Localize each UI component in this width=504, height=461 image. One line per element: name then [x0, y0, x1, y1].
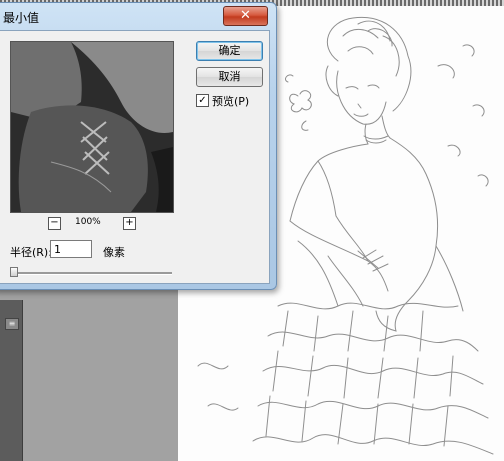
close-button[interactable]: ✕ — [223, 6, 268, 26]
preview-checkbox-label[interactable]: 预览(P) — [212, 93, 249, 109]
radius-slider-track[interactable] — [12, 272, 172, 275]
cancel-button[interactable]: 取消 — [196, 67, 263, 87]
zoom-out-button[interactable]: − — [48, 217, 61, 230]
workspace-background — [0, 286, 178, 461]
radius-slider-thumb[interactable] — [10, 267, 18, 277]
ok-button[interactable]: 确定 — [196, 41, 263, 61]
preview-graphic — [11, 42, 173, 212]
radius-unit: 像素 — [103, 246, 125, 259]
panel-menu-icon[interactable]: ≡ — [5, 318, 19, 330]
preview-checkbox[interactable]: ✓ — [196, 94, 209, 107]
dialog-title-bar[interactable]: 最小值 ✕ — [0, 3, 276, 29]
zoom-in-button[interactable]: + — [123, 217, 136, 230]
filter-preview-image[interactable] — [10, 41, 174, 213]
collapsed-panel-strip: ≡ — [0, 300, 23, 461]
minimum-filter-dialog: 最小值 ✕ − 100% + 半径(R): 1 像素 确定 取消 ✓ 预览(P) — [0, 2, 277, 290]
dialog-client-area: − 100% + 半径(R): 1 像素 确定 取消 ✓ 预览(P) — [0, 30, 270, 284]
dialog-title: 最小值 — [3, 11, 40, 25]
radius-label: 半径(R): — [10, 246, 52, 259]
zoom-level: 100% — [75, 217, 101, 227]
radius-input[interactable]: 1 — [50, 240, 92, 258]
